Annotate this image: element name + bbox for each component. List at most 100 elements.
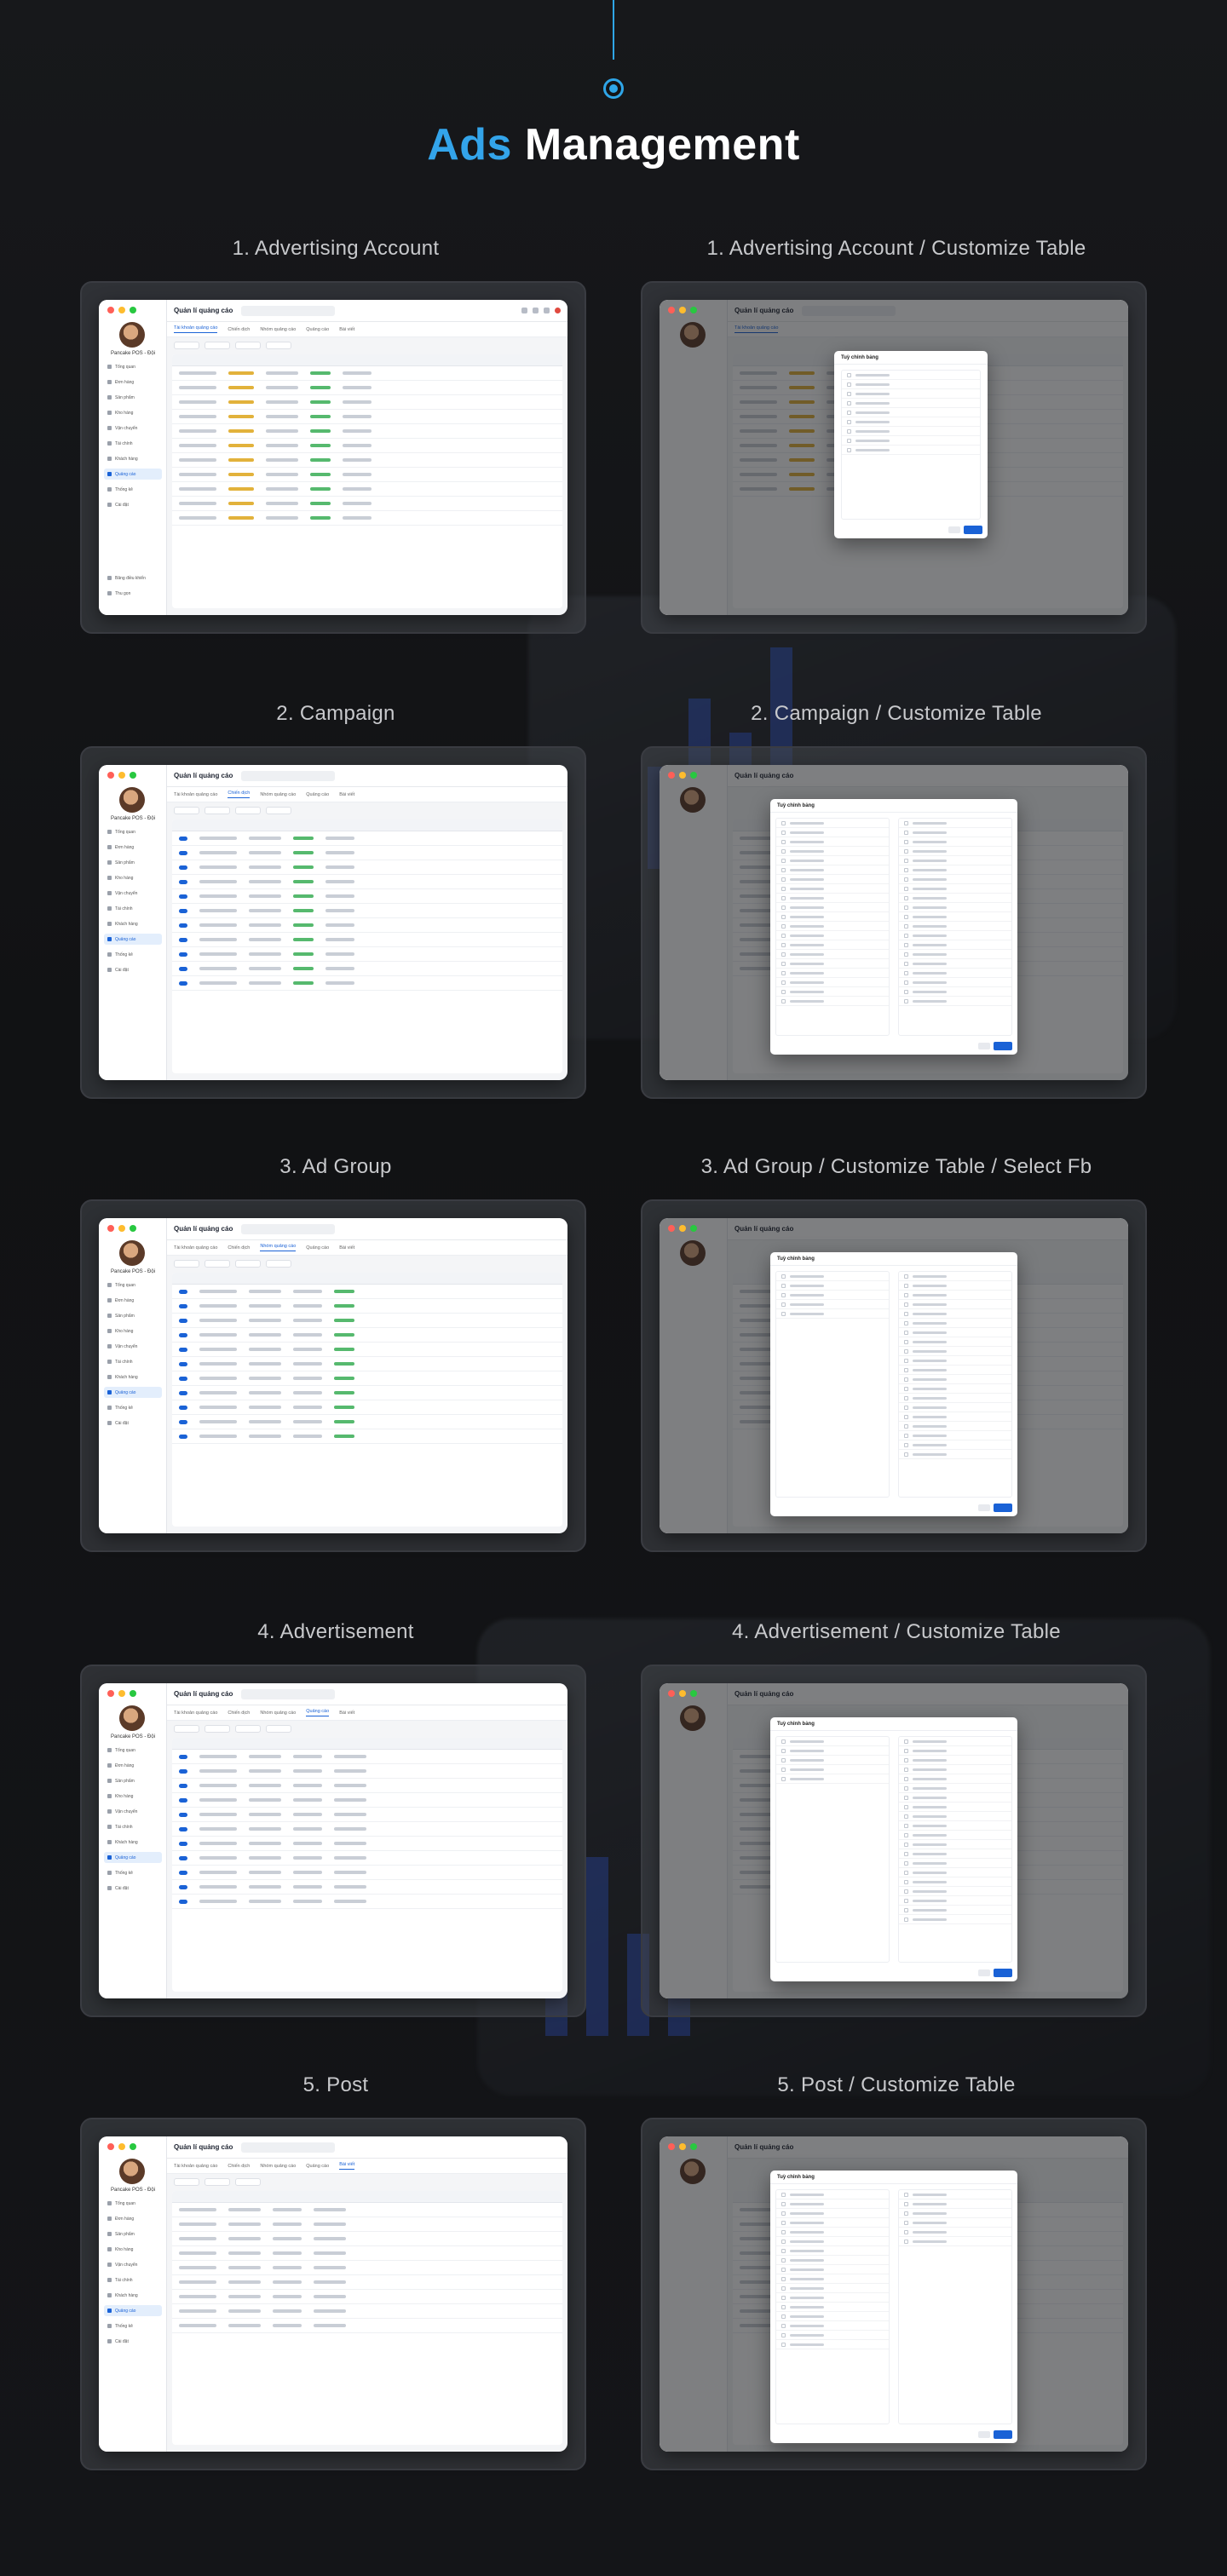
sidebar-item[interactable]: Vận chuyển [104, 423, 162, 434]
tab[interactable]: Chiến dịch [228, 791, 251, 798]
sidebar-item[interactable]: Thống kê [104, 484, 162, 495]
customize-table-modal[interactable]: Tuỳ chỉnh bảng [770, 799, 1017, 1055]
tab[interactable]: Nhóm quảng cáo [260, 1711, 296, 1716]
tab[interactable]: Tài khoản quảng cáo [174, 1245, 217, 1251]
save-button[interactable] [994, 1042, 1012, 1050]
sidebar-item[interactable]: Tổng quan [104, 361, 162, 372]
data-table [172, 1738, 562, 1992]
window-controls[interactable] [107, 772, 136, 779]
modal-title: Tuỳ chỉnh bảng [770, 1717, 1017, 1731]
cancel-button[interactable] [978, 1043, 990, 1049]
avatar[interactable] [119, 1705, 145, 1731]
avatar[interactable] [119, 787, 145, 813]
window-title: Quản lí quảng cáo [174, 1690, 233, 1698]
customize-table-modal[interactable]: Tuỳ chỉnh bảng [770, 2171, 1017, 2443]
sidebar-item[interactable]: Khách hàng [104, 453, 162, 464]
customize-table-modal[interactable]: Tuỳ chỉnh bảng [770, 1252, 1017, 1516]
notification-icon[interactable] [555, 308, 561, 313]
sidebar-item[interactable]: Đơn hàng [104, 377, 162, 388]
tab[interactable]: Nhóm quảng cáo [260, 327, 296, 332]
cancel-button[interactable] [978, 1969, 990, 1976]
modal-title: Tuỳ chỉnh bảng [834, 351, 988, 365]
save-button[interactable] [994, 1969, 1012, 1977]
tab[interactable]: Tài khoản quảng cáo [174, 325, 218, 333]
filter-button[interactable] [235, 341, 261, 349]
window-title: Quản lí quảng cáo [734, 1690, 794, 1698]
filter-button[interactable] [204, 341, 230, 349]
tab[interactable]: Quảng cáo [306, 1245, 329, 1251]
sidebar-item[interactable]: Kho hàng [104, 407, 162, 418]
tab[interactable]: Quảng cáo [306, 327, 329, 332]
tab[interactable]: Bài viết [339, 792, 354, 797]
toolbar-icon[interactable] [544, 308, 550, 313]
tab[interactable]: Nhóm quảng cáo [260, 2164, 296, 2169]
screen-frame: Quản lí quảng cáo Tuỳ chỉnh bảng [641, 1665, 1147, 2017]
search-input[interactable] [241, 1223, 336, 1234]
window-title: Quản lí quảng cáo [734, 2143, 794, 2151]
screen-frame: Pancake POS - Đội Tổng quan Đơn hàng Sản p… [80, 1665, 586, 2017]
user-name: Pancake POS - Đội [110, 2188, 156, 2193]
filter-button[interactable] [174, 341, 199, 349]
save-button[interactable] [994, 1504, 1012, 1512]
tab[interactable]: Bài viết [339, 1711, 354, 1716]
app-window: Quản lí quảng cáo Tài khoản quảng cáo Tu… [660, 300, 1128, 615]
avatar[interactable] [680, 787, 706, 813]
toolbar-icon[interactable] [533, 308, 539, 313]
window-controls[interactable] [668, 307, 697, 313]
avatar[interactable] [680, 322, 706, 348]
tab[interactable]: Nhóm quảng cáo [260, 792, 296, 797]
tab[interactable]: Chiến dịch [228, 327, 250, 332]
page-title: Ads Management [0, 119, 1227, 170]
tab[interactable]: Bài viết [339, 327, 354, 332]
customize-table-modal[interactable]: Tuỳ chỉnh bảng [834, 351, 988, 538]
avatar[interactable] [119, 322, 145, 348]
toolbar-icon[interactable] [521, 308, 527, 313]
user-name: Pancake POS - Đội [110, 351, 156, 356]
window-controls[interactable] [107, 307, 136, 313]
sidebar-item[interactable]: Thu gọn [104, 588, 162, 599]
tab[interactable]: Quảng cáo [306, 792, 329, 797]
avatar[interactable] [680, 2159, 706, 2184]
search-input[interactable] [802, 305, 896, 316]
cancel-button[interactable] [978, 2431, 990, 2438]
app-window: Quản lí quảng cáo Tuỳ chỉnh bảng [660, 2136, 1128, 2452]
tab[interactable]: Chiến dịch [228, 1245, 250, 1251]
tab[interactable]: Nhóm quảng cáo [260, 1244, 297, 1251]
connector-dot [603, 78, 624, 99]
tab[interactable]: Tài khoản quảng cáo [174, 792, 217, 797]
tab[interactable]: Quảng cáo [306, 2164, 329, 2169]
app-window: Pancake POS - Đội Tổng quan Đơn hàng Sản p… [99, 1218, 567, 1533]
search-input[interactable] [241, 305, 336, 316]
cancel-button[interactable] [948, 526, 960, 533]
app-window: Pancake POS - Đội Tổng quan Đơn hàng Sản p… [99, 765, 567, 1080]
search-input[interactable] [241, 770, 336, 781]
avatar[interactable] [680, 1240, 706, 1266]
customize-table-modal[interactable]: Tuỳ chỉnh bảng [770, 1717, 1017, 1981]
data-table [172, 354, 562, 608]
save-button[interactable] [964, 526, 982, 534]
avatar[interactable] [119, 2159, 145, 2184]
page: { "page": { "title_accent": "Ads", "titl… [0, 0, 1227, 2576]
tab[interactable]: Quảng cáo [306, 1709, 330, 1716]
avatar[interactable] [680, 1705, 706, 1731]
sidebar-item[interactable]: Băng điều khiển [104, 572, 162, 584]
avatar[interactable] [119, 1240, 145, 1266]
sidebar-item[interactable]: Tài chính [104, 438, 162, 449]
tab[interactable]: Tài khoản quảng cáo [174, 2164, 217, 2169]
tab[interactable]: Tài khoản quảng cáo [734, 325, 779, 333]
sidebar-item[interactable]: Sản phẩm [104, 392, 162, 403]
tab[interactable]: Chiến dịch [228, 1711, 250, 1716]
save-button[interactable] [994, 2430, 1012, 2439]
filter-button[interactable] [266, 341, 291, 349]
app-window: Pancake POS - Đội Tổng quan Đơn hàng Sản… [99, 300, 567, 615]
screen-label: 2. Campaign [276, 702, 395, 725]
tab[interactable]: Bài viết [339, 2162, 355, 2170]
sidebar-item-ads[interactable]: Quảng cáo [104, 469, 162, 480]
tab[interactable]: Bài viết [339, 1245, 354, 1251]
cancel-button[interactable] [978, 1504, 990, 1511]
search-input[interactable] [241, 1688, 336, 1699]
search-input[interactable] [241, 2142, 336, 2153]
tab[interactable]: Tài khoản quảng cáo [174, 1711, 217, 1716]
sidebar-item[interactable]: Cài đặt [104, 499, 162, 510]
tab[interactable]: Chiến dịch [228, 2164, 250, 2169]
